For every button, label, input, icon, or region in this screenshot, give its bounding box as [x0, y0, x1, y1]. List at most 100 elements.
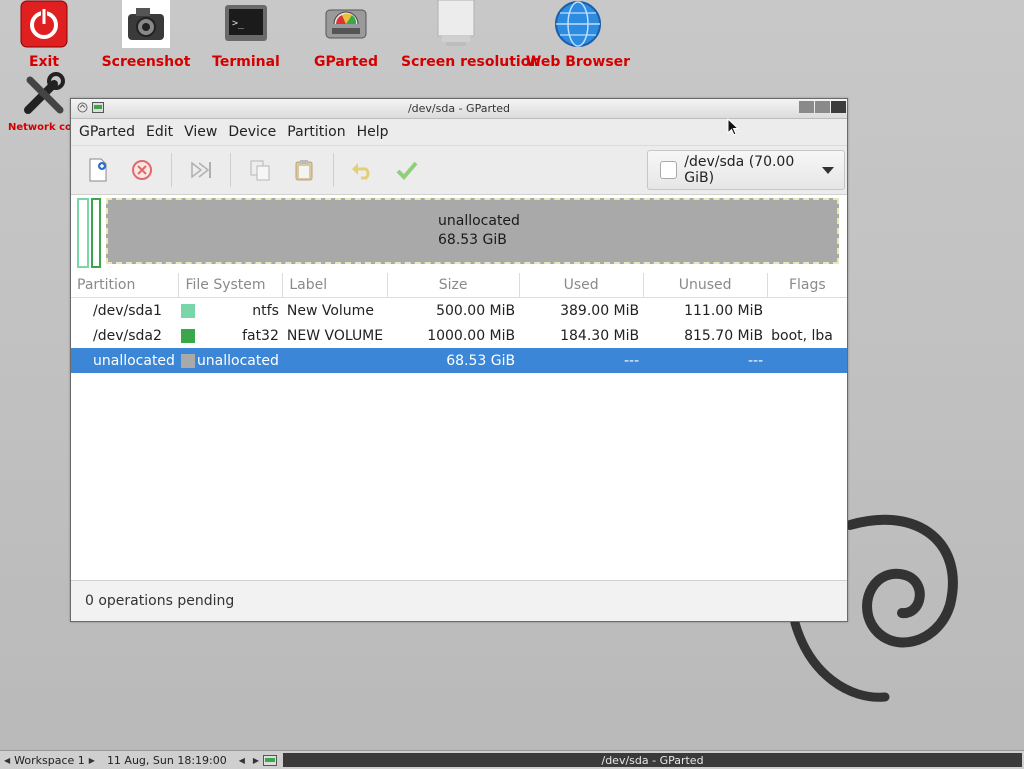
menu-device[interactable]: Device	[228, 124, 285, 140]
cell-filesystem: ntfs	[179, 298, 283, 324]
device-selector-value: /dev/sda (70.00 GiB)	[684, 154, 795, 186]
cell-unused: 815.70 MiB	[684, 327, 764, 344]
copy-icon	[250, 160, 270, 181]
fs-color-swatch	[180, 328, 195, 343]
apply-button[interactable]	[392, 155, 422, 185]
cell-label: New Volume	[286, 302, 374, 319]
cell-size: 500.00 MiB	[436, 302, 516, 319]
cell-unused: 111.00 MiB	[684, 302, 764, 319]
table-row[interactable]: /dev/sda2 fat32 NEW VOLUME 1000.00 MiB 1…	[71, 323, 847, 348]
copy-button[interactable]	[245, 155, 275, 185]
cell-used: 389.00 MiB	[560, 302, 640, 319]
terminal-icon: >_	[222, 0, 270, 48]
minimize-button[interactable]	[799, 101, 814, 113]
power-icon	[20, 0, 68, 48]
resize-move-button[interactable]	[186, 155, 216, 185]
fs-color-swatch	[180, 303, 195, 318]
taskbar-app-icon	[263, 754, 278, 766]
window-titlebar[interactable]: /dev/sda - GParted	[71, 99, 847, 119]
globe-icon	[554, 0, 602, 48]
menu-edit[interactable]: Edit	[146, 124, 182, 140]
checkmark-icon	[396, 161, 418, 180]
disk-icon	[322, 0, 370, 48]
cell-label	[282, 348, 388, 373]
desktop-icon-gparted[interactable]: GParted	[291, 0, 401, 70]
desktop-icon-exit[interactable]: Exit	[0, 0, 99, 70]
menu-view[interactable]: View	[184, 124, 226, 140]
chevron-down-icon	[822, 166, 834, 174]
cell-used: 184.30 MiB	[560, 327, 640, 344]
desktop-icon-web-browser[interactable]: Web Browser	[523, 0, 633, 70]
graph-partition-sda2[interactable]	[91, 198, 101, 268]
partition-graph: unallocated 68.53 GiB	[71, 195, 847, 273]
cell-size: 68.53 GiB	[387, 348, 520, 373]
window-title: /dev/sda - GParted	[407, 102, 511, 115]
toolbar-separator	[333, 153, 334, 187]
menu-gparted[interactable]: GParted	[79, 124, 144, 140]
toolbar-separator	[230, 153, 231, 187]
cell-filesystem: fat32	[179, 323, 283, 348]
new-partition-button[interactable]	[83, 155, 113, 185]
desktop-icon-screen-resolution[interactable]: Screen resolution	[401, 0, 541, 70]
svg-text:>_: >_	[232, 18, 245, 29]
cell-flags	[767, 298, 847, 324]
cell-filesystem: unallocated	[178, 348, 283, 373]
delete-partition-button[interactable]	[127, 155, 157, 185]
table-row-selected[interactable]: unallocated unallocated 68.53 GiB --- --…	[71, 348, 847, 373]
desktop-label: Screenshot	[101, 54, 191, 70]
cell-partition: unallocated	[71, 348, 179, 373]
column-header-filesystem[interactable]: File System	[178, 273, 284, 298]
column-header-flags[interactable]: Flags	[767, 273, 847, 298]
cell-unused: ---	[643, 348, 768, 373]
desktop-icon-network[interactable]: Network con	[8, 70, 78, 133]
camera-icon	[122, 0, 170, 48]
table-row[interactable]: /dev/sda1 ntfs New Volume 500.00 MiB 389…	[71, 298, 847, 324]
desktop-label: Screen resolution	[401, 54, 541, 70]
paste-icon	[295, 160, 313, 181]
clock[interactable]: 11 Aug, Sun 18:19:00	[107, 754, 227, 767]
menu-partition[interactable]: Partition	[287, 124, 354, 140]
desktop-label: Exit	[28, 54, 60, 70]
workspace-name[interactable]: Workspace 1	[14, 754, 85, 767]
column-header-size[interactable]: Size	[387, 273, 520, 298]
graph-partition-sda1[interactable]	[77, 198, 89, 268]
drive-icon	[660, 161, 678, 179]
paste-button[interactable]	[289, 155, 319, 185]
statusbar: 0 operations pending	[71, 580, 847, 621]
mouse-cursor-icon	[727, 118, 739, 136]
column-header-partition[interactable]: Partition	[71, 273, 180, 298]
desktop-label: Web Browser	[525, 54, 631, 70]
new-document-icon	[89, 158, 107, 182]
graph-size: 68.53 GiB	[438, 232, 507, 248]
clock-next-arrow-icon[interactable]: ▶	[249, 756, 263, 765]
gparted-window: /dev/sda - GParted GParted Edit View Dev…	[70, 98, 848, 622]
toolbar: /dev/sda (70.00 GiB)	[71, 145, 847, 195]
menu-help[interactable]: Help	[357, 124, 398, 140]
bottom-panel: ◀ Workspace 1 ▶ 11 Aug, Sun 18:19:00 ◀ ▶…	[0, 750, 1024, 769]
undo-button[interactable]	[348, 155, 378, 185]
graph-label: unallocated	[438, 213, 520, 229]
monitor-icon	[432, 0, 480, 48]
cell-flags	[767, 348, 847, 373]
desktop-label: Terminal	[212, 54, 280, 70]
fs-color-swatch	[180, 353, 195, 368]
taskbar-window-button[interactable]: /dev/sda - GParted	[283, 753, 1022, 767]
column-header-unused[interactable]: Unused	[643, 273, 768, 298]
toolbar-separator	[171, 153, 172, 187]
graph-partition-unallocated[interactable]: unallocated 68.53 GiB	[106, 198, 839, 264]
delete-icon	[132, 160, 152, 180]
cell-flags: boot, lba	[771, 327, 833, 344]
column-header-used[interactable]: Used	[519, 273, 644, 298]
clock-prev-arrow-icon[interactable]: ◀	[235, 756, 249, 765]
close-button[interactable]	[831, 101, 846, 113]
device-selector[interactable]: /dev/sda (70.00 GiB)	[647, 150, 845, 190]
desktop-icon-terminal[interactable]: >_ Terminal	[191, 0, 301, 70]
cell-label: NEW VOLUME	[286, 327, 384, 344]
partition-table: Partition File System Label Size Used Un…	[71, 273, 847, 373]
desktop-label: Network con	[8, 122, 78, 133]
workspace-next-arrow-icon[interactable]: ▶	[85, 756, 99, 765]
column-header-label[interactable]: Label	[282, 273, 388, 298]
maximize-button[interactable]	[815, 101, 830, 113]
workspace-prev-arrow-icon[interactable]: ◀	[0, 756, 14, 765]
desktop-icon-screenshot[interactable]: Screenshot	[91, 0, 201, 70]
